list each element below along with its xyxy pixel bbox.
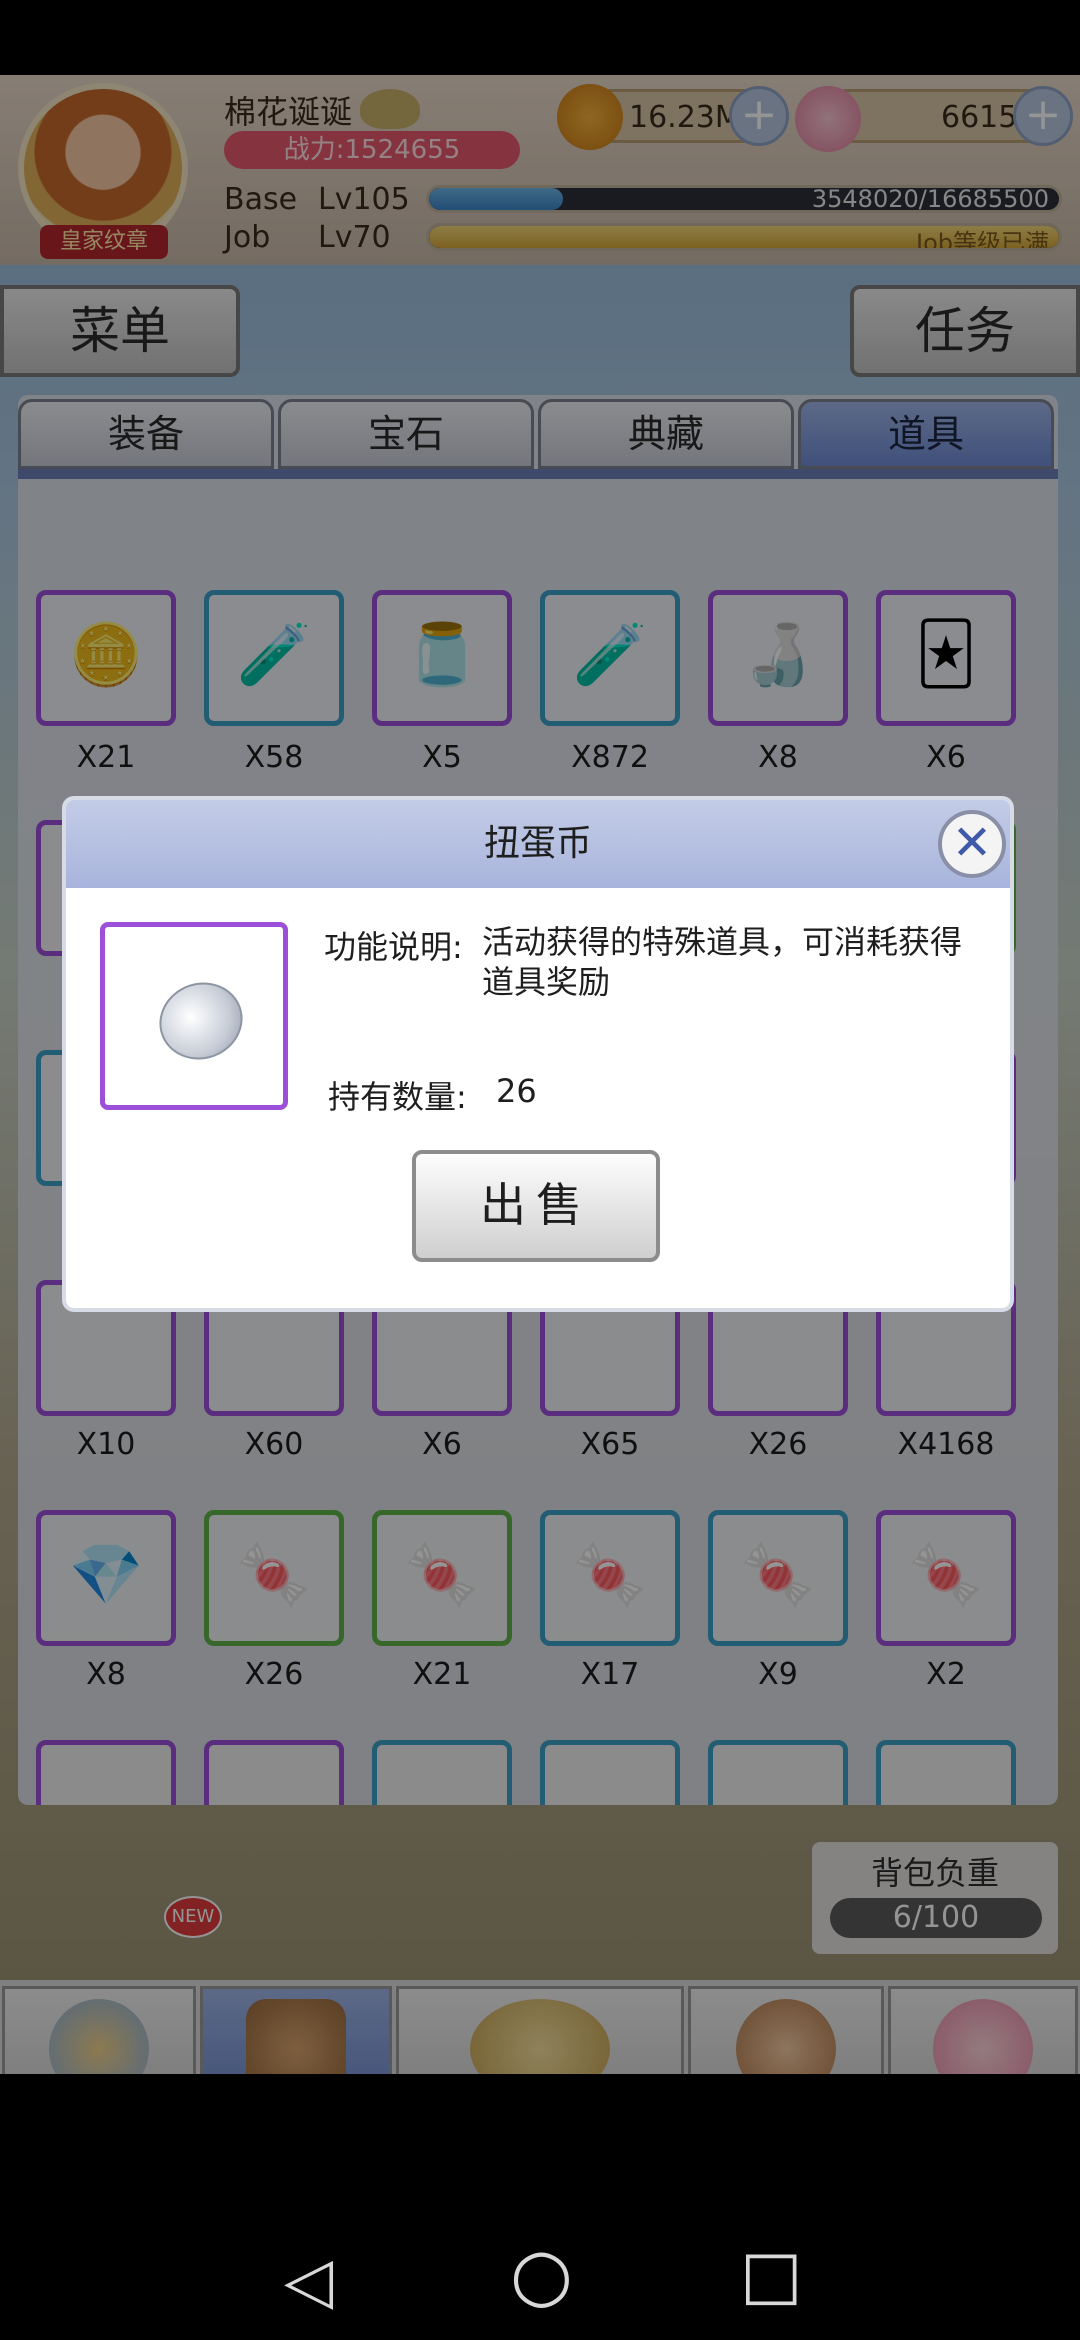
item-icon-frame — [100, 922, 288, 1110]
recent-apps-icon[interactable]: □ — [740, 2236, 802, 2313]
item-detail-modal: 扭蛋币 ✕ 功能说明: 活动获得的特殊道具，可消耗获得道具奖励 持有数量: 26… — [66, 800, 1010, 1308]
status-bar — [0, 0, 1080, 75]
owned-quantity-value: 26 — [496, 1072, 537, 1110]
modal-title: 扭蛋币 — [483, 823, 592, 864]
home-icon[interactable]: ○ — [510, 2232, 573, 2316]
gacha-coin-icon — [148, 970, 254, 1072]
sell-button[interactable]: 出售 — [412, 1150, 660, 1262]
modal-header: 扭蛋币 ✕ — [66, 800, 1010, 888]
description-label: 功能说明: — [324, 928, 463, 966]
description-text: 活动获得的特殊道具，可消耗获得道具奖励 — [482, 923, 963, 1001]
close-button[interactable]: ✕ — [938, 810, 1006, 878]
owned-quantity-label: 持有数量: — [328, 1078, 467, 1116]
back-icon[interactable]: ◁ — [284, 2244, 333, 2318]
